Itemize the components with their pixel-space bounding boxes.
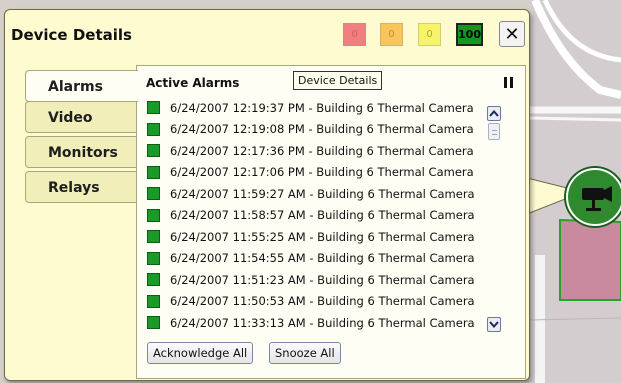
alarm-status-icon bbox=[147, 273, 160, 287]
alarm-status-icon bbox=[147, 316, 160, 330]
alarm-row[interactable]: 6/24/2007 11:51:23 AM - Building 6 Therm… bbox=[147, 269, 492, 291]
severity-low-count[interactable]: 100 bbox=[456, 23, 483, 46]
alarm-status-icon bbox=[147, 144, 160, 158]
alarm-status-icon bbox=[147, 165, 160, 179]
panel-title: Device Details bbox=[11, 26, 132, 44]
alarm-status-icon bbox=[147, 122, 160, 136]
device-details-panel: Device Details 0 0 0 100 ✕ Alarms Video … bbox=[4, 9, 530, 381]
active-alarms-title: Active Alarms bbox=[146, 76, 240, 90]
alarm-list: 6/24/2007 12:19:37 PM - Building 6 Therm… bbox=[147, 97, 492, 334]
chevron-up-icon bbox=[489, 110, 499, 117]
pause-icon[interactable] bbox=[504, 77, 514, 88]
alarm-row[interactable]: 6/24/2007 11:54:55 AM - Building 6 Therm… bbox=[147, 248, 492, 270]
scroll-down-button[interactable] bbox=[487, 317, 501, 332]
device-camera-marker[interactable] bbox=[566, 168, 621, 226]
scroll-up-button[interactable] bbox=[487, 106, 501, 121]
alarm-row[interactable]: 6/24/2007 11:55:25 AM - Building 6 Therm… bbox=[147, 226, 492, 248]
alarm-row[interactable]: 6/24/2007 11:59:27 AM - Building 6 Therm… bbox=[147, 183, 492, 205]
alarm-row[interactable]: 6/24/2007 12:17:06 PM - Building 6 Therm… bbox=[147, 162, 492, 184]
alarm-row[interactable]: 6/24/2007 11:50:53 AM - Building 6 Therm… bbox=[147, 291, 492, 313]
alarm-status-icon bbox=[147, 251, 160, 265]
tooltip: Device Details bbox=[293, 71, 383, 90]
chevron-down-icon bbox=[489, 321, 499, 328]
snooze-all-button[interactable]: Snooze All bbox=[269, 342, 341, 364]
alarm-row[interactable]: 6/24/2007 12:19:08 PM - Building 6 Therm… bbox=[147, 119, 492, 141]
camera-icon bbox=[582, 186, 612, 211]
severity-medium-count[interactable]: 0 bbox=[418, 23, 441, 46]
tab-monitors[interactable]: Monitors bbox=[25, 136, 137, 168]
severity-critical-count[interactable]: 0 bbox=[343, 23, 366, 46]
alarm-status-icon bbox=[147, 208, 160, 222]
tab-video[interactable]: Video bbox=[25, 101, 137, 133]
tab-alarms[interactable]: Alarms bbox=[25, 70, 138, 102]
close-button[interactable]: ✕ bbox=[499, 21, 525, 47]
alarm-status-icon bbox=[147, 230, 160, 244]
alarm-status-icon bbox=[147, 187, 160, 201]
alarm-row[interactable]: 6/24/2007 12:19:37 PM - Building 6 Therm… bbox=[147, 97, 492, 119]
alarm-row[interactable]: 6/24/2007 11:58:57 AM - Building 6 Therm… bbox=[147, 205, 492, 227]
alarm-row[interactable]: 6/24/2007 12:17:36 PM - Building 6 Therm… bbox=[147, 140, 492, 162]
alarm-status-icon bbox=[147, 101, 160, 115]
tab-relays[interactable]: Relays bbox=[25, 171, 137, 203]
severity-high-count[interactable]: 0 bbox=[380, 23, 403, 46]
alarm-row[interactable]: 6/24/2007 11:33:13 AM - Building 6 Therm… bbox=[147, 312, 492, 334]
acknowledge-all-button[interactable]: Acknowledge All bbox=[147, 342, 254, 364]
scrollbar-thumb[interactable] bbox=[488, 123, 500, 140]
alarm-status-icon bbox=[147, 294, 160, 308]
alarms-content: Active Alarms Device Details 6/24/2007 1… bbox=[136, 65, 526, 379]
close-icon: ✕ bbox=[504, 23, 520, 45]
